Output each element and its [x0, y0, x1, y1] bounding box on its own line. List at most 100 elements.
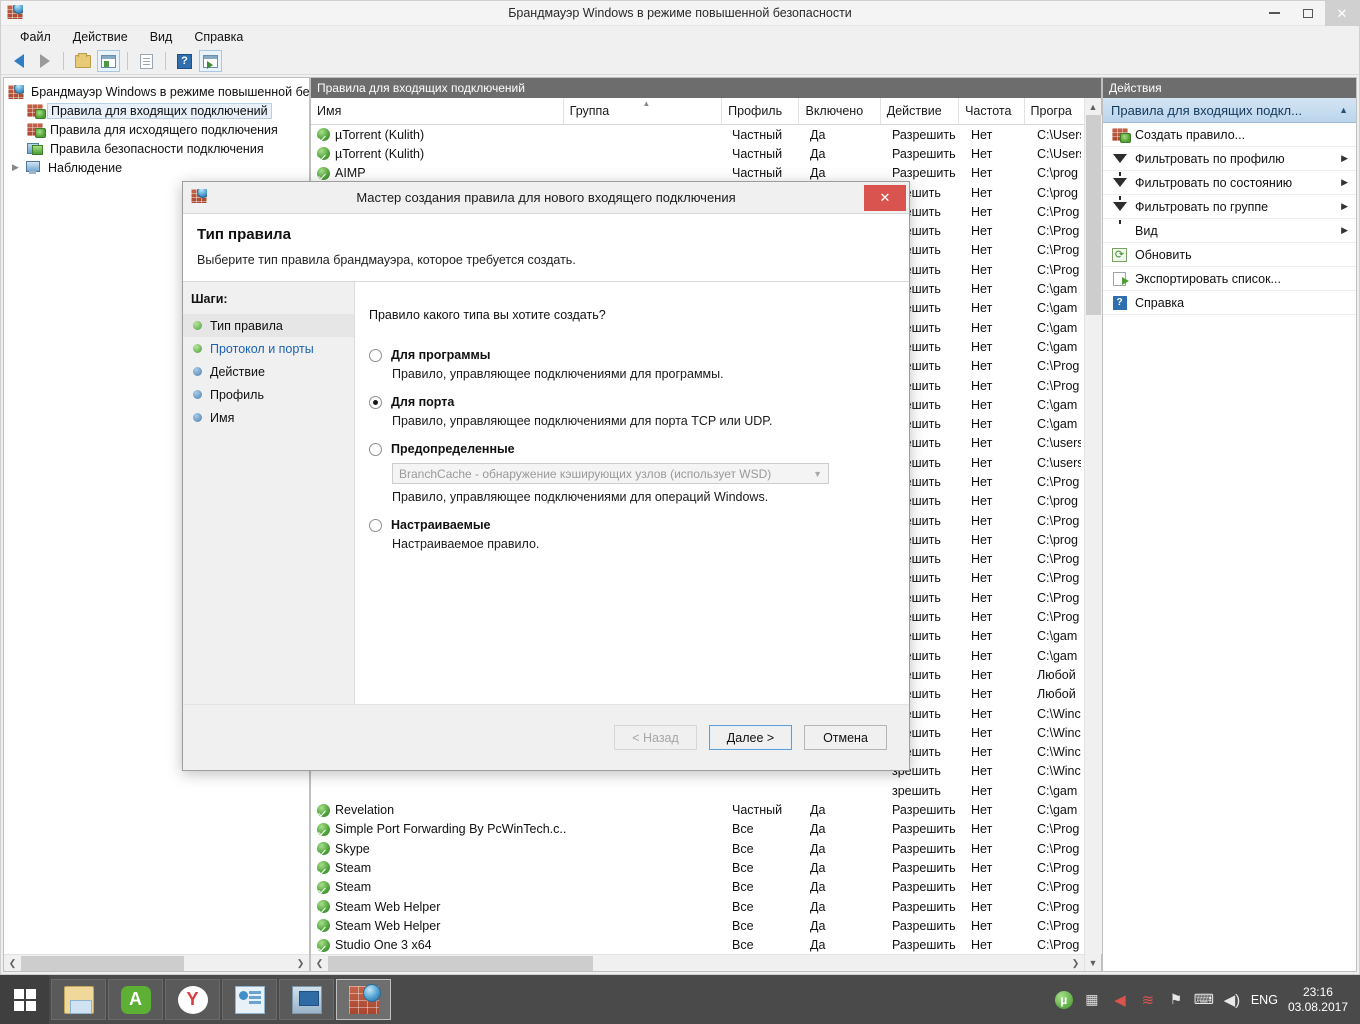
tray-language-indicator[interactable]: ENG [1251, 993, 1278, 1007]
action-filter-by-profile[interactable]: Фильтровать по профилю ▶ [1103, 147, 1356, 176]
radio-custom[interactable] [369, 518, 382, 532]
action-help[interactable]: ? Справка [1103, 291, 1356, 315]
table-row[interactable]: зрешить Нет C:\gam [311, 781, 1084, 800]
menu-view[interactable]: Вид [139, 28, 184, 46]
start-button[interactable] [0, 975, 49, 1024]
taskbar-control-panel[interactable] [222, 979, 277, 1020]
radio-predefined[interactable] [369, 442, 382, 456]
taskbar-explorer[interactable] [51, 979, 106, 1020]
actions-group-title[interactable]: Правила для входящих подкл... ▲ [1103, 98, 1356, 123]
scroll-left-icon[interactable]: ❮ [4, 955, 21, 972]
action-export-list[interactable]: Экспортировать список... [1103, 267, 1356, 291]
column-header-action[interactable]: Действие [881, 98, 960, 124]
next-button[interactable]: Далее > [709, 725, 792, 750]
column-header-program[interactable]: Програ [1025, 98, 1084, 124]
scroll-track[interactable] [328, 955, 1067, 972]
sidebar-item-connection-security-rules[interactable]: Правила безопасности подключения [4, 139, 309, 158]
option-program[interactable]: Для программы Правило, управляющее подкл… [369, 348, 909, 381]
table-row[interactable]: µTorrent (Kulith) Частный Да Разрешить Нет C:… [311, 125, 1084, 144]
option-port[interactable]: Для порта Правило, управляющее подключен… [369, 395, 909, 428]
table-row[interactable]: Steam Все Да Разрешить Нет C:\Prog [311, 878, 1084, 897]
action-refresh[interactable]: ⟳ Обновить [1103, 243, 1356, 267]
sidebar-item-inbound-rules[interactable]: Правила для входящих подключений [4, 101, 309, 120]
tray-utorrent-icon[interactable]: µ [1054, 990, 1073, 1009]
tray-speaker-icon[interactable]: ◀) [1223, 991, 1241, 1009]
table-row[interactable]: Studio One 3 x64 Все Да Разрешить Нет C:\Prog [311, 935, 1084, 954]
step-profile[interactable]: Профиль [183, 383, 354, 406]
scroll-right-icon[interactable]: ❯ [292, 955, 309, 972]
sidebar-item-outbound-rules[interactable]: Правила для исходящего подключения [4, 120, 309, 139]
forward-arrow-icon[interactable] [33, 50, 56, 72]
tray-network-disconnected-icon[interactable]: ▦ [1083, 991, 1101, 1009]
step-action[interactable]: Действие [183, 360, 354, 383]
table-row[interactable]: Revelation Частный Да Разрешить Нет C:\gam [311, 800, 1084, 819]
table-row[interactable]: Skype Все Да Разрешить Нет C:\Prog [311, 839, 1084, 858]
predefined-rule-select[interactable]: BranchCache - обнаружение кэширующих узл… [392, 463, 829, 484]
export-list-icon[interactable] [135, 50, 158, 72]
back-arrow-icon[interactable] [7, 50, 30, 72]
step-name[interactable]: Имя [183, 406, 354, 429]
taskbar-remote-desktop[interactable] [279, 979, 334, 1020]
option-custom[interactable]: Настраиваемые Настраиваемое правило. [369, 518, 909, 551]
column-header-enabled[interactable]: Включено [799, 98, 881, 124]
maximize-button[interactable] [1291, 1, 1325, 26]
minimize-button[interactable] [1257, 1, 1291, 26]
tree-root[interactable]: Брандмауэр Windows в режиме повышенной б… [4, 82, 309, 101]
scroll-down-icon[interactable]: ▼ [1085, 954, 1102, 971]
column-header-profile[interactable]: Профиль [722, 98, 800, 124]
column-header-override[interactable]: Частота [959, 98, 1025, 124]
action-new-rule[interactable]: Создать правило... [1103, 123, 1356, 147]
scroll-thumb[interactable] [1085, 115, 1101, 315]
sidebar-item-monitoring[interactable]: ▶ Наблюдение [4, 158, 309, 177]
taskbar-aimp[interactable]: A [108, 979, 163, 1020]
tray-clock[interactable]: 23:16 03.08.2017 [1288, 985, 1348, 1015]
chevron-right-icon[interactable]: ▶ [12, 162, 22, 173]
list-horizontal-scrollbar[interactable]: ❮ ❯ [311, 954, 1084, 971]
taskbar-yandex-browser[interactable]: Y [165, 979, 220, 1020]
show-action-pane-icon[interactable] [199, 50, 222, 72]
table-row[interactable]: Steam Web Helper Все Да Разрешить Нет C:\Prog [311, 916, 1084, 935]
action-label: Экспортировать список... [1135, 271, 1281, 286]
table-row[interactable]: AIMP Частный Да Разрешить Нет C:\prog [311, 164, 1084, 183]
help-icon[interactable]: ? [173, 50, 196, 72]
menu-help[interactable]: Справка [183, 28, 254, 46]
back-button[interactable]: < Назад [614, 725, 697, 750]
step-protocol-and-ports[interactable]: Протокол и порты [183, 337, 354, 360]
radio-port[interactable] [369, 395, 382, 409]
up-folder-icon[interactable] [71, 50, 94, 72]
action-filter-by-group[interactable]: Фильтровать по группе ▶ [1103, 195, 1356, 224]
scroll-track[interactable] [1084, 115, 1102, 954]
wizard-close-button[interactable]: ✕ [864, 184, 906, 211]
tray-action-center-icon[interactable]: ⚑ [1167, 991, 1185, 1009]
show-console-tree-icon[interactable] [97, 50, 120, 72]
tray-network-icon[interactable]: ⌨ [1194, 991, 1214, 1009]
chevron-down-icon[interactable]: ▼ [813, 469, 822, 479]
option-predefined[interactable]: Предопределенные BranchCache - обнаружен… [369, 442, 909, 504]
scroll-thumb[interactable] [328, 955, 593, 971]
scroll-left-icon[interactable]: ❮ [311, 955, 328, 972]
action-view[interactable]: Вид ▶ [1103, 219, 1356, 243]
scroll-up-icon[interactable]: ▲ [1085, 98, 1102, 115]
scroll-right-icon[interactable]: ❯ [1067, 955, 1084, 972]
table-row[interactable]: Steam Web Helper Все Да Разрешить Нет C:\Prog [311, 897, 1084, 916]
close-button[interactable]: ✕ [1325, 0, 1359, 26]
table-row[interactable]: Simple Port Forwarding By PcWinTech.c...… [311, 820, 1084, 839]
scroll-track[interactable] [21, 955, 292, 972]
menu-file[interactable]: Файл [9, 28, 62, 46]
tray-sound-alert-icon[interactable]: ≋ [1139, 991, 1157, 1009]
list-vertical-scrollbar[interactable]: ▲ ▼ [1084, 98, 1102, 971]
table-row[interactable]: Steam Все Да Разрешить Нет C:\Prog [311, 858, 1084, 877]
radio-program[interactable] [369, 348, 382, 362]
menu-action[interactable]: Действие [62, 28, 139, 46]
step-rule-type[interactable]: Тип правила [183, 314, 354, 337]
chevron-up-icon[interactable]: ▲ [1339, 105, 1348, 115]
tray-volume-muted-icon[interactable]: ◀ [1111, 991, 1129, 1009]
scroll-thumb[interactable] [21, 955, 184, 971]
taskbar-firewall[interactable] [336, 979, 391, 1020]
cancel-button[interactable]: Отмена [804, 725, 887, 750]
column-header-name[interactable]: Имя [311, 98, 564, 124]
column-header-group[interactable]: ▲ Группа [564, 98, 723, 124]
tree-horizontal-scrollbar[interactable]: ❮ ❯ [4, 954, 309, 971]
table-row[interactable]: µTorrent (Kulith) Частный Да Разрешить Нет C:… [311, 144, 1084, 163]
action-filter-by-state[interactable]: Фильтровать по состоянию ▶ [1103, 171, 1356, 200]
